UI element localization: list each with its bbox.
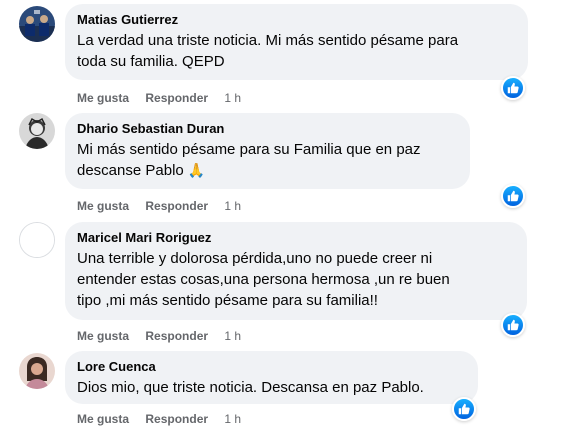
comment-text-line: Dios mio, que triste noticia. Descansa e… — [77, 379, 424, 396]
like-button[interactable]: Me gusta — [77, 412, 129, 426]
comment-actions: Me gusta Responder 1 h — [77, 198, 241, 214]
like-reaction-badge[interactable] — [452, 397, 476, 421]
comment-author[interactable]: Maricel Mari Roriguez — [77, 229, 515, 246]
timestamp[interactable]: 1 h — [224, 329, 241, 343]
comment-actions: Me gusta Responder 1 h — [77, 90, 241, 106]
like-button[interactable]: Me gusta — [77, 91, 129, 105]
comment-bubble: Dhario Sebastian Duran Mi más sentido pé… — [65, 113, 470, 189]
timestamp[interactable]: 1 h — [224, 412, 241, 426]
like-reaction-badge[interactable] — [501, 184, 525, 208]
reply-button[interactable]: Responder — [145, 329, 208, 343]
reply-button[interactable]: Responder — [145, 412, 208, 426]
like-button[interactable]: Me gusta — [77, 329, 129, 343]
comment-bubble: Maricel Mari Roriguez Una terrible y dol… — [65, 222, 527, 320]
timestamp[interactable]: 1 h — [224, 199, 241, 213]
comment-actions: Me gusta Responder 1 h — [77, 328, 241, 344]
comment-text-line: toda su familia. QEPD — [77, 53, 225, 70]
like-icon — [507, 319, 519, 331]
avatar[interactable] — [19, 6, 55, 42]
comment-text-line: Una terrible y dolorosa pérdida,uno no p… — [77, 250, 433, 267]
comment-author[interactable]: Lore Cuenca — [77, 358, 466, 375]
comment-text-line: La verdad una triste noticia. Mi más sen… — [77, 32, 459, 49]
comment-bubble: Matias Gutierrez La verdad una triste no… — [65, 4, 528, 80]
comment-actions: Me gusta Responder 1 h — [77, 411, 241, 427]
like-icon — [458, 403, 470, 415]
comment-text-line: tipo ,mi más sentido pésame para su fami… — [77, 292, 378, 309]
like-reaction-badge[interactable] — [501, 313, 525, 337]
comment-text-line: entender estas cosas,una persona hermosa… — [77, 271, 450, 288]
avatar[interactable] — [19, 353, 55, 389]
blank-avatar-icon — [20, 223, 54, 257]
comment-text-line: Mi más sentido pésame para su Familia qu… — [77, 141, 421, 158]
comment-text-fragment: descanse Pablo — [77, 162, 184, 179]
team-photo-avatar-icon — [19, 6, 55, 42]
reply-button[interactable]: Responder — [145, 199, 208, 213]
comment-bubble: Lore Cuenca Dios mio, que triste noticia… — [65, 351, 478, 404]
comment-author[interactable]: Dhario Sebastian Duran — [77, 120, 458, 137]
like-button[interactable]: Me gusta — [77, 199, 129, 213]
avatar[interactable] — [19, 113, 55, 149]
timestamp[interactable]: 1 h — [224, 91, 241, 105]
like-icon — [507, 82, 519, 94]
portrait-avatar-icon — [19, 113, 55, 149]
like-icon — [507, 190, 519, 202]
praying-hands-emoji: 🙏 — [187, 162, 206, 178]
comment-text-line-2: descanse Pablo 🙏 — [77, 160, 458, 181]
comment-author[interactable]: Matias Gutierrez — [77, 11, 516, 28]
woman-photo-avatar-icon — [19, 353, 55, 389]
reply-button[interactable]: Responder — [145, 91, 208, 105]
avatar[interactable] — [19, 222, 55, 258]
like-reaction-badge[interactable] — [501, 76, 525, 100]
